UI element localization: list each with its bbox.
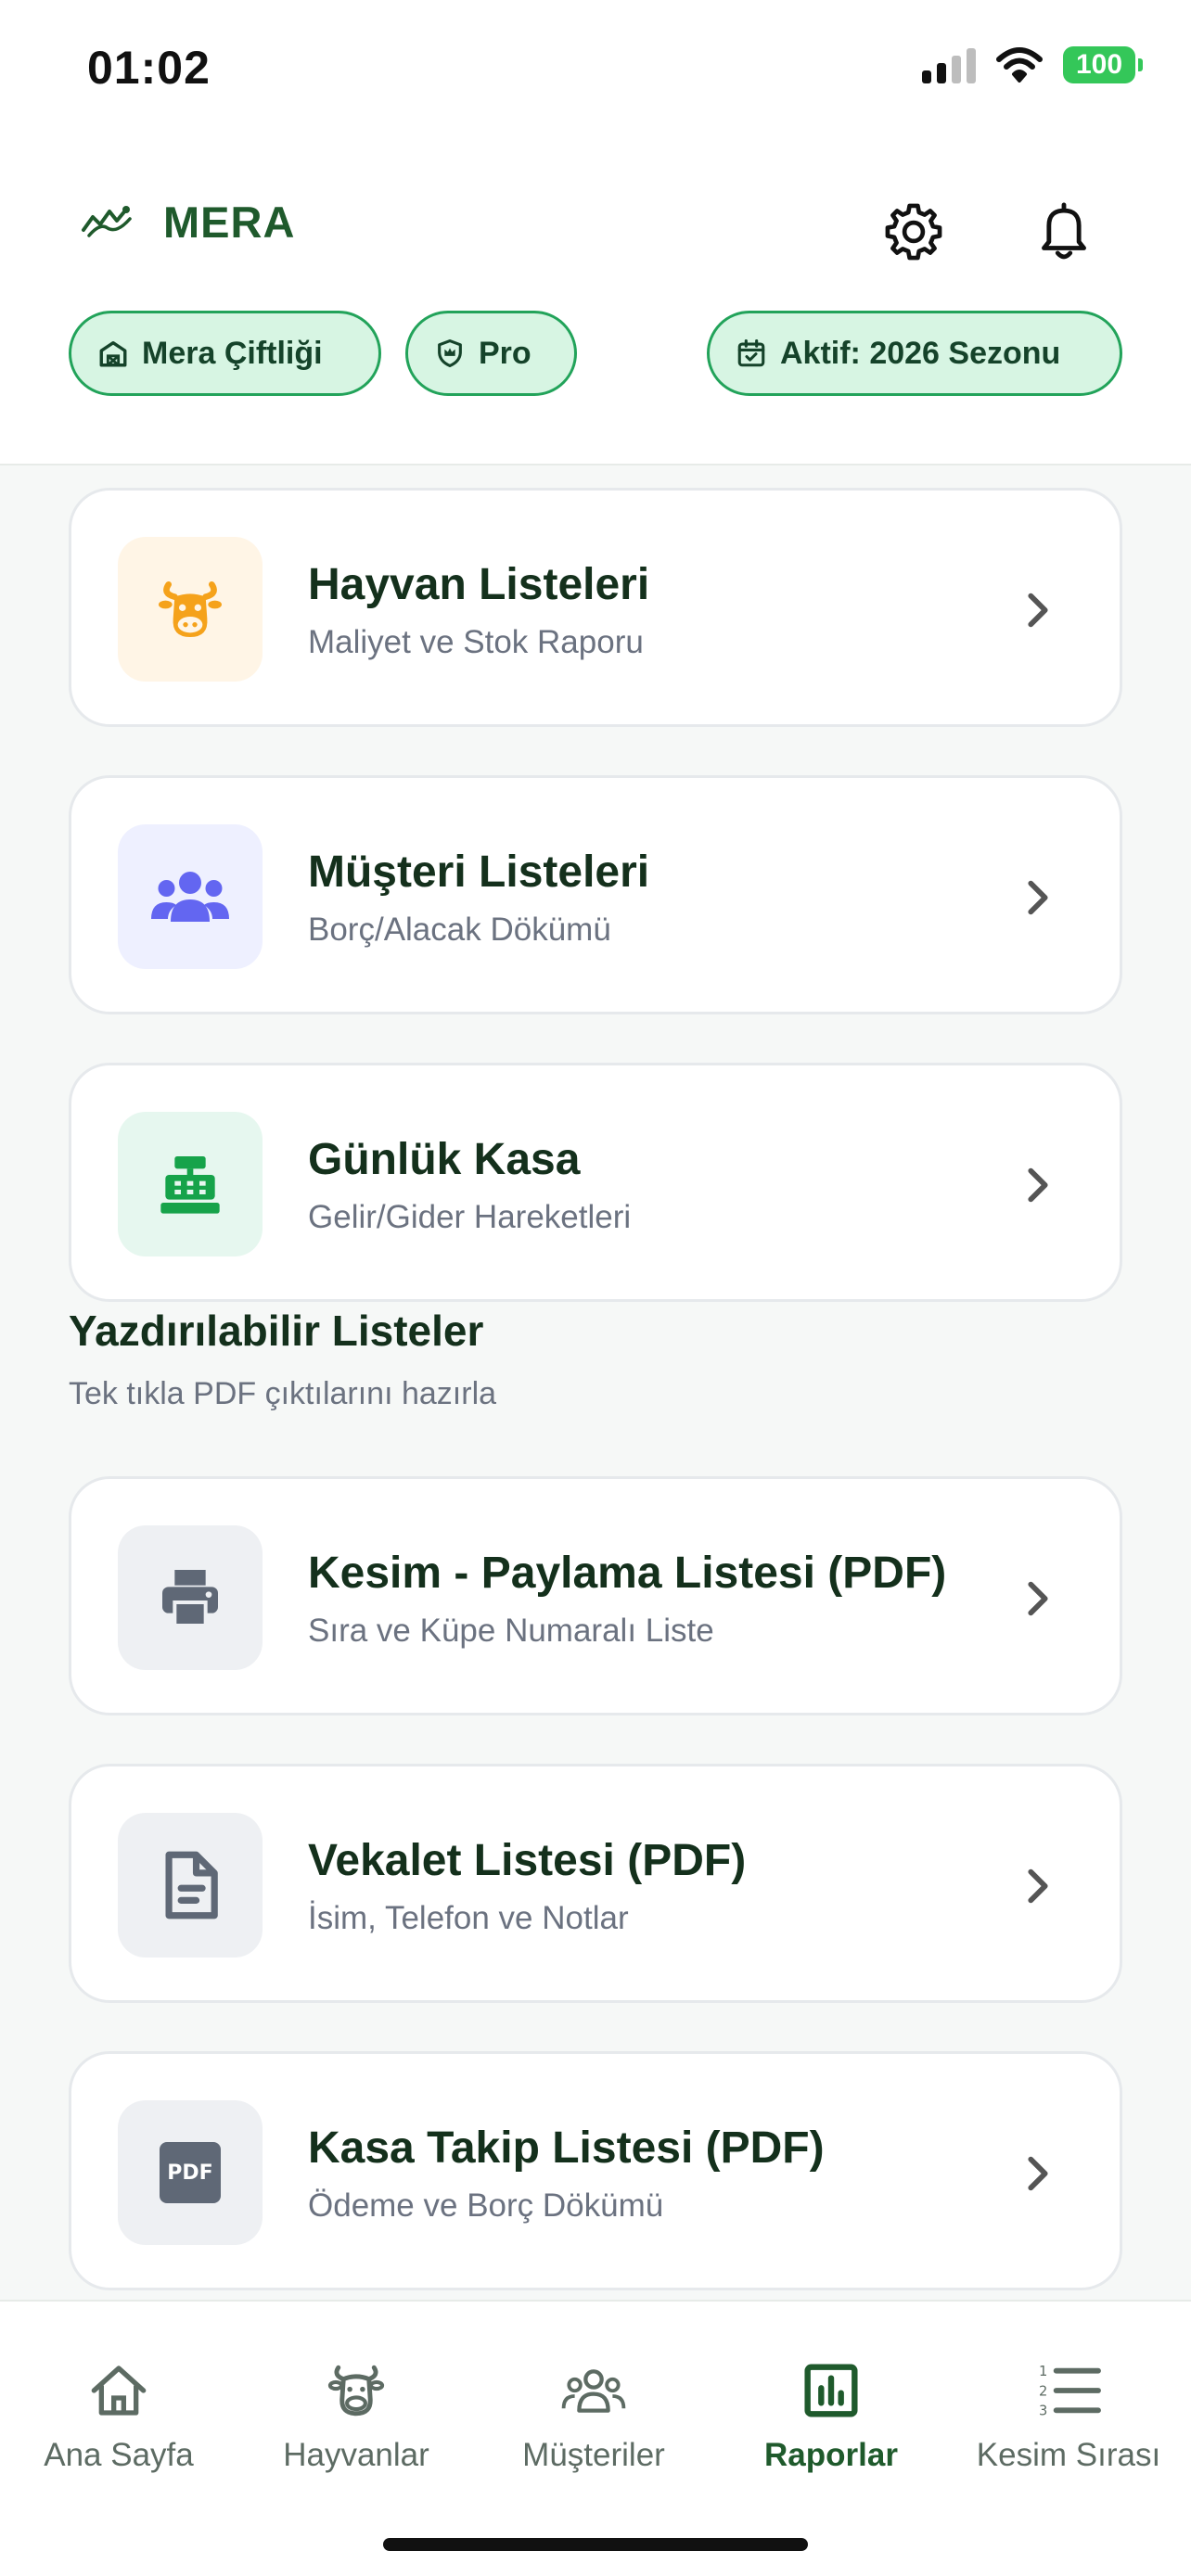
shield-crown-icon xyxy=(438,338,462,368)
report-title: Günlük Kasa xyxy=(308,1135,581,1184)
status-time: 01:02 xyxy=(87,42,211,94)
printable-card-cash-tracking[interactable]: PDF Kasa Takip Listesi (PDF) Ödeme ve Bo… xyxy=(69,2051,1122,2290)
report-icon-bg xyxy=(118,1525,263,1670)
plan-chip-label: Pro xyxy=(479,335,531,371)
chevron-right-icon xyxy=(1028,880,1048,915)
home-indicator[interactable] xyxy=(383,2538,808,2551)
brand: MERA xyxy=(80,197,295,248)
svg-text:2: 2 xyxy=(1039,2383,1047,2399)
pdf-icon: PDF xyxy=(160,2142,221,2203)
wifi-icon xyxy=(996,47,1043,83)
chevron-right-icon xyxy=(1028,1167,1048,1203)
printable-title: Kesim - Paylama Listesi (PDF) xyxy=(308,1549,947,1598)
report-title: Hayvan Listeleri xyxy=(308,560,650,609)
app-title: MERA xyxy=(163,198,296,247)
svg-text:3: 3 xyxy=(1039,2404,1047,2419)
tab-label: Hayvanlar xyxy=(283,2437,429,2473)
users-icon xyxy=(151,872,229,922)
numbered-list-icon: 1 2 3 xyxy=(1035,2357,1102,2424)
report-card-customers[interactable]: Müşteri Listeleri Borç/Alacak Dökümü xyxy=(69,775,1122,1014)
cash-register-icon xyxy=(160,1156,220,1214)
season-chip[interactable]: Aktif: 2026 Sezonu xyxy=(707,311,1122,396)
printable-card-proxy-list[interactable]: Vekalet Listesi (PDF) İsim, Telefon ve N… xyxy=(69,1764,1122,2003)
report-icon-bg xyxy=(118,1813,263,1958)
status-indicators: 100 xyxy=(922,46,1143,83)
printable-subtitle: Ödeme ve Borç Dökümü xyxy=(308,2187,664,2224)
bottom-tab-bar: Ana Sayfa Hayvanlar Müşteriler Raporlar … xyxy=(0,2300,1191,2576)
printer-icon xyxy=(162,1570,218,1627)
report-card-animals[interactable]: Hayvan Listeleri Maliyet ve Stok Raporu xyxy=(69,488,1122,727)
status-bar: 01:02 100 xyxy=(0,0,1191,139)
printable-subtitle: Sıra ve Küpe Numaralı Liste xyxy=(308,1613,714,1649)
reports-content: Hayvan Listeleri Maliyet ve Stok Raporu … xyxy=(0,465,1191,2300)
pdf-icon-text: PDF xyxy=(167,2161,213,2185)
tab-label: Raporlar xyxy=(764,2437,898,2473)
report-icon-bg xyxy=(118,824,263,969)
battery-icon: 100 xyxy=(1063,46,1143,83)
mera-logo-icon xyxy=(82,205,132,237)
svg-text:1: 1 xyxy=(1039,2364,1047,2379)
printable-title: Vekalet Listesi (PDF) xyxy=(308,1836,747,1885)
tab-label: Müşteriler xyxy=(522,2437,665,2473)
chevron-right-icon xyxy=(1028,1581,1048,1616)
bell-icon xyxy=(1042,202,1086,260)
printable-section-title: Yazdırılabilir Listeler xyxy=(69,1307,484,1355)
printable-title: Kasa Takip Listesi (PDF) xyxy=(308,2123,825,2173)
report-icon-bg: PDF xyxy=(118,2100,263,2245)
barn-icon xyxy=(99,340,127,367)
report-icon-bg xyxy=(118,537,263,682)
chevron-right-icon xyxy=(1028,2156,1048,2191)
farm-chip-label: Mera Çiftliği xyxy=(142,335,323,371)
report-subtitle: Maliyet ve Stok Raporu xyxy=(308,624,644,660)
cellular-signal-icon xyxy=(922,46,976,83)
chevron-right-icon xyxy=(1028,1868,1048,1904)
plan-chip[interactable]: Pro xyxy=(405,311,577,396)
farm-chip[interactable]: Mera Çiftliği xyxy=(69,311,381,396)
tab-animals[interactable]: Hayvanlar xyxy=(237,2357,475,2474)
tab-label: Ana Sayfa xyxy=(44,2437,194,2473)
battery-level: 100 xyxy=(1063,46,1135,83)
tab-label: Kesim Sırası xyxy=(976,2437,1161,2473)
report-icon-bg xyxy=(118,1112,263,1256)
gear-icon xyxy=(885,203,942,261)
tab-home[interactable]: Ana Sayfa xyxy=(0,2357,237,2474)
printable-card-slaughter-list[interactable]: Kesim - Paylama Listesi (PDF) Sıra ve Kü… xyxy=(69,1476,1122,1715)
chevron-right-icon xyxy=(1028,593,1048,628)
bar-chart-icon xyxy=(798,2357,864,2424)
printable-subtitle: İsim, Telefon ve Notlar xyxy=(308,1900,629,1936)
settings-button[interactable] xyxy=(877,195,951,269)
users-icon xyxy=(560,2357,627,2424)
app-header: MERA Mera Çiftliği Pro Aktif: 2026 Sezon… xyxy=(0,139,1191,465)
document-icon xyxy=(165,1851,218,1919)
season-chip-label: Aktif: 2026 Sezonu xyxy=(780,335,1061,371)
calendar-check-icon xyxy=(737,338,765,367)
tab-reports[interactable]: Raporlar xyxy=(712,2357,950,2474)
cow-icon xyxy=(159,581,222,637)
report-title: Müşteri Listeleri xyxy=(308,848,650,897)
report-card-daily-cash[interactable]: Günlük Kasa Gelir/Gider Hareketleri xyxy=(69,1063,1122,1302)
tab-slaughter-order[interactable]: 1 2 3 Kesim Sırası xyxy=(950,2357,1187,2474)
printable-section-subtitle: Tek tıkla PDF çıktılarını hazırla xyxy=(69,1376,497,1411)
report-subtitle: Borç/Alacak Dökümü xyxy=(308,912,611,948)
report-subtitle: Gelir/Gider Hareketleri xyxy=(308,1199,632,1235)
home-icon xyxy=(85,2357,152,2424)
cow-icon xyxy=(323,2357,390,2424)
notifications-button[interactable] xyxy=(1027,195,1101,269)
tab-customers[interactable]: Müşteriler xyxy=(475,2357,712,2474)
